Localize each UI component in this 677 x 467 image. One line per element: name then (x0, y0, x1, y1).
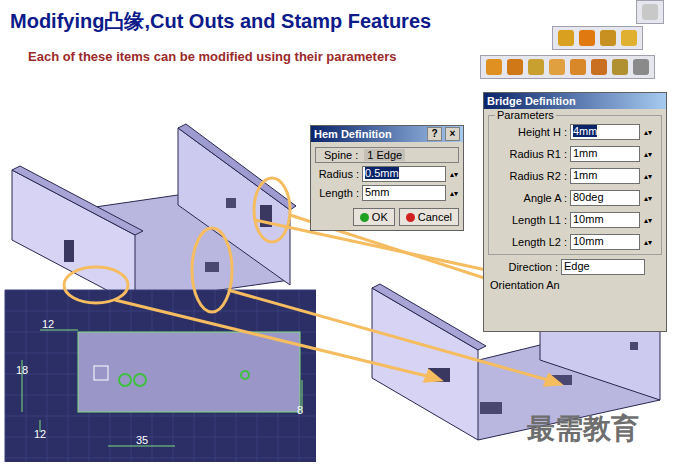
bridge-field: Radius R1 : 1mm ▴▾ (493, 146, 657, 162)
cancel-icon (406, 213, 415, 222)
stamp-tool-icon[interactable] (591, 59, 607, 75)
bridge-field: Radius R2 : 1mm ▴▾ (493, 168, 657, 184)
spinner-input[interactable]: 1mm (570, 168, 640, 184)
stamp-tool-icon[interactable] (549, 59, 565, 75)
stamp-tool-icon[interactable] (633, 59, 649, 75)
part-before (12, 124, 296, 305)
spinner-input[interactable]: 10mm (570, 234, 640, 250)
titlebar-button[interactable]: × (445, 127, 460, 141)
spinner-input[interactable]: 0.5mm (362, 166, 446, 182)
hem-dialog: Hem Definition ?× Spine :1 Edge Radius : … (310, 125, 464, 231)
cancel-button[interactable]: Cancel (399, 208, 459, 226)
stamp-tool-icon[interactable] (528, 59, 544, 75)
spine-field[interactable]: Spine :1 Edge (315, 147, 459, 163)
dialog-titlebar[interactable]: Bridge Definition (484, 93, 666, 109)
toolbar-cutouts (552, 26, 643, 50)
dimension-label: 35 (136, 434, 148, 446)
hem-field: Length : 5mm ▴▾ (315, 185, 459, 201)
hem-field: Radius : 0.5mm ▴▾ (315, 166, 459, 182)
slide: Modifying凸缘,Cut Outs and Stamp Features … (0, 0, 677, 467)
bridge-field: Length L2 : 10mm ▴▾ (493, 234, 657, 250)
stamp-tool-icon[interactable] (570, 59, 586, 75)
spinner-arrows-icon[interactable]: ▴▾ (643, 151, 653, 158)
ok-button[interactable]: OK (353, 208, 395, 226)
dimension-label: 18 (16, 364, 28, 376)
spinner-arrows-icon[interactable]: ▴▾ (643, 217, 653, 224)
sheetmetal-icon[interactable] (642, 4, 658, 20)
dimension-label: 12 (34, 428, 46, 440)
toolbar-stamps (480, 55, 655, 79)
spinner-arrows-icon[interactable]: ▴▾ (643, 195, 653, 202)
spinner-arrows-icon[interactable]: ▴▾ (643, 129, 653, 136)
spinner-input[interactable]: 1mm (570, 146, 640, 162)
bridge-field: Length L1 : 10mm ▴▾ (493, 212, 657, 228)
stamp-tool-icon[interactable] (486, 59, 502, 75)
cutout-tool-icon[interactable] (558, 30, 574, 46)
stamp-tool-icon[interactable] (612, 59, 628, 75)
cutout-tool-icon[interactable] (600, 30, 616, 46)
spinner-input[interactable]: 5mm (362, 185, 446, 201)
spinner-input[interactable]: 4mm (570, 124, 640, 140)
bridge-dialog: Bridge Definition Parameters Height H : … (483, 92, 667, 332)
orientation-field: Orientation An (484, 279, 666, 291)
direction-field: Direction : Edge (484, 259, 666, 275)
direction-input[interactable]: Edge (561, 259, 645, 275)
spinner-input[interactable]: 10mm (570, 212, 640, 228)
watermark: 最需教育 (527, 410, 639, 448)
spinner-arrows-icon[interactable]: ▴▾ (643, 239, 653, 246)
dimension-label: 12 (42, 318, 54, 330)
toolbar-single (636, 0, 664, 24)
cutout-tool-icon[interactable] (621, 30, 637, 46)
titlebar-button[interactable]: ? (427, 127, 442, 141)
parameters-group: Parameters Height H : 4mm ▴▾Radius R1 : … (488, 115, 662, 255)
spinner-arrows-icon[interactable]: ▴▾ (643, 173, 653, 180)
cutout-tool-icon[interactable] (579, 30, 595, 46)
bridge-field: Height H : 4mm ▴▾ (493, 124, 657, 140)
dimension-label: 8 (297, 404, 303, 416)
dialog-titlebar[interactable]: Hem Definition ?× (311, 126, 463, 142)
spinner-arrows-icon[interactable]: ▴▾ (449, 171, 459, 178)
spinner-arrows-icon[interactable]: ▴▾ (449, 190, 459, 197)
stamp-tool-icon[interactable] (507, 59, 523, 75)
sketch-panel: 12 18 12 35 8 (5, 290, 316, 462)
bridge-field: Angle A : 80deg ▴▾ (493, 190, 657, 206)
ok-icon (360, 213, 369, 222)
spinner-input[interactable]: 80deg (570, 190, 640, 206)
hem-field: Spine :1 Edge (315, 147, 459, 163)
